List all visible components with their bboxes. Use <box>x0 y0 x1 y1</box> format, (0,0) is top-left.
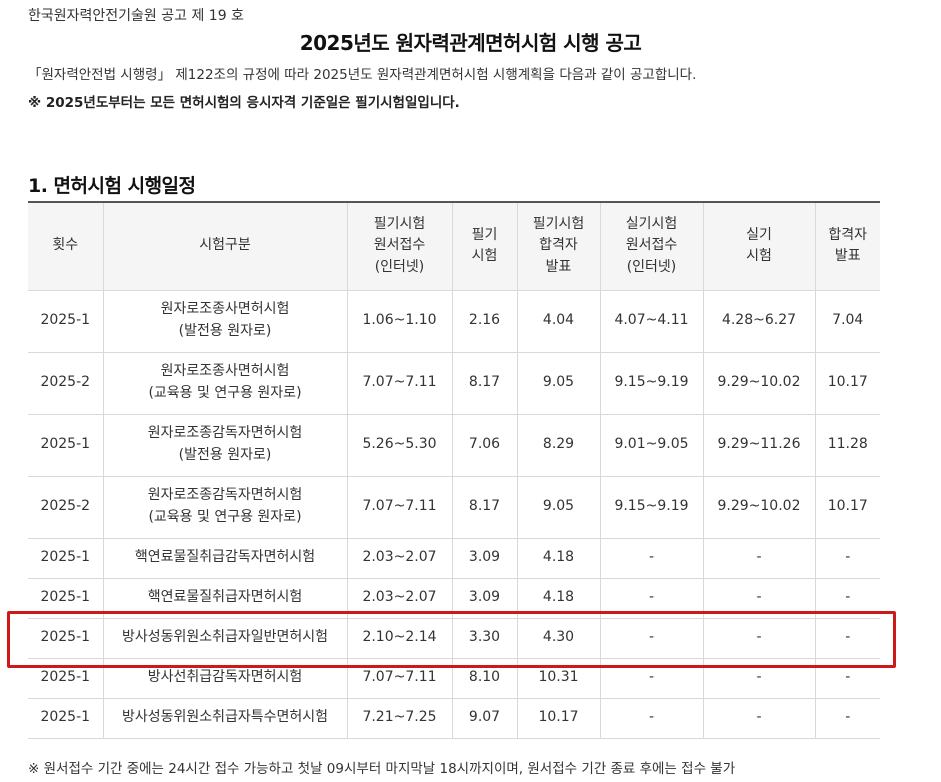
cell-round: 2025-1 <box>28 578 104 619</box>
cell-written-exam: 9.07 <box>452 698 518 739</box>
cell-written-application: 2.03~2.07 <box>347 538 453 579</box>
cell-practical-exam: - <box>703 618 816 659</box>
header-exam-type: 시험구분 <box>103 202 348 291</box>
table-row: 2025-1 핵연료물질취급감독자면허시험 2.03~2.07 3.09 4.18- - - <box>28 538 880 579</box>
header-round: 횟수 <box>28 202 104 291</box>
cell-exam-type: 원자로조종감독자면허시험 (발전용 원자로) <box>103 414 348 477</box>
cell-written-exam: 2.16 <box>452 290 518 353</box>
cell-written-application: 7.07~7.11 <box>347 352 453 415</box>
table-row: 2025-2 원자로조종사면허시험 (교육용 및 연구용 원자로) 7.07~7.1… <box>28 352 880 415</box>
cell-practical-exam: 9.29~11.26 <box>703 414 816 477</box>
table-row: 2025-1 핵연료물질취급자면허시험 2.03~2.07 3.09 4.18- - - <box>28 578 880 619</box>
cell-written-result: 9.05 <box>517 352 601 415</box>
cell-exam-type: 방사성동위원소취급자특수면허시험 <box>103 698 348 739</box>
table-row: 2025-1 방사성동위원소취급자특수면허시험 7.21~7.25 9.07 10.17… <box>28 698 880 739</box>
cell-practical-exam: 9.29~10.02 <box>703 476 816 539</box>
cell-practical-application: - <box>600 618 704 659</box>
header-practical-exam: 실기 시험 <box>703 202 816 291</box>
cell-final-result: - <box>815 538 880 579</box>
cell-final-result: - <box>815 578 880 619</box>
cell-round: 2025-1 <box>28 618 104 659</box>
intro-text: 「원자력안전법 시행령」 제122조의 규정에 따라 2025년도 원자력관계면… <box>28 67 697 83</box>
cell-written-exam: 3.09 <box>452 578 518 619</box>
cell-written-result: 10.17 <box>517 698 601 739</box>
section-title: 1. 면허시험 시행일정 <box>28 175 196 197</box>
cell-practical-exam: - <box>703 698 816 739</box>
cell-practical-application: 9.15~9.19 <box>600 476 704 539</box>
cell-round: 2025-1 <box>28 658 104 699</box>
cell-exam-type: 원자로조종사면허시험 (발전용 원자로) <box>103 290 348 353</box>
cell-exam-type: 원자로조종사면허시험 (교육용 및 연구용 원자로) <box>103 352 348 415</box>
cell-written-result: 4.30 <box>517 618 601 659</box>
table-row: 2025-1 원자로조종사면허시험 (발전용 원자로) 1.06~1.10 2.16 4… <box>28 290 880 353</box>
cell-exam-type: 방사선취급감독자면허시험 <box>103 658 348 699</box>
cell-practical-exam: - <box>703 578 816 619</box>
cell-final-result: - <box>815 658 880 699</box>
cell-final-result: 10.17 <box>815 352 880 415</box>
header-practical-application: 실기시험 원서접수 (인터넷) <box>600 202 704 291</box>
header-written-application: 필기시험 원서접수 (인터넷) <box>347 202 453 291</box>
cell-final-result: - <box>815 698 880 739</box>
cell-practical-application: - <box>600 538 704 579</box>
announcement-number: 한국원자력안전기술원 공고 제 19 호 <box>28 8 244 24</box>
cell-written-exam: 3.30 <box>452 618 518 659</box>
cell-round: 2025-1 <box>28 414 104 477</box>
header-written-result: 필기시험 합격자 발표 <box>517 202 601 291</box>
cell-written-result: 8.29 <box>517 414 601 477</box>
cell-written-application: 7.07~7.11 <box>347 658 453 699</box>
notice-text: ※ 2025년도부터는 모든 면허시험의 응시자격 기준일은 필기시험일입니다. <box>28 95 460 111</box>
cell-final-result: 7.04 <box>815 290 880 353</box>
cell-written-exam: 8.10 <box>452 658 518 699</box>
header-final-result: 합격자 발표 <box>815 202 880 291</box>
cell-exam-type: 원자로조종감독자면허시험 (교육용 및 연구용 원자로) <box>103 476 348 539</box>
cell-written-exam: 3.09 <box>452 538 518 579</box>
cell-round: 2025-2 <box>28 352 104 415</box>
table-body: 2025-1 원자로조종사면허시험 (발전용 원자로) 1.06~1.10 2.16 4… <box>28 290 880 739</box>
cell-written-application: 5.26~5.30 <box>347 414 453 477</box>
cell-exam-type: 핵연료물질취급자면허시험 <box>103 578 348 619</box>
cell-written-result: 10.31 <box>517 658 601 699</box>
cell-practical-application: 4.07~4.11 <box>600 290 704 353</box>
table-row: 2025-1 방사성동위원소취급자일반면허시험 2.10~2.14 3.30 4.30-… <box>28 618 880 659</box>
cell-written-result: 4.18 <box>517 538 601 579</box>
cell-written-result: 9.05 <box>517 476 601 539</box>
cell-final-result: - <box>815 618 880 659</box>
cell-written-application: 2.03~2.07 <box>347 578 453 619</box>
cell-round: 2025-1 <box>28 538 104 579</box>
footnote: ※ 원서접수 기간 중에는 24시간 접수 가능하고 첫날 09시부터 마지막날… <box>28 761 736 777</box>
cell-written-exam: 8.17 <box>452 352 518 415</box>
cell-practical-application: - <box>600 658 704 699</box>
cell-exam-type: 핵연료물질취급감독자면허시험 <box>103 538 348 579</box>
cell-practical-exam: 9.29~10.02 <box>703 352 816 415</box>
table-row: 2025-1 방사선취급감독자면허시험 7.07~7.11 8.10 10.31- - - <box>28 658 880 699</box>
cell-practical-exam: 4.28~6.27 <box>703 290 816 353</box>
cell-practical-exam: - <box>703 658 816 699</box>
exam-schedule-table: 횟수 시험구분 필기시험 원서접수 (인터넷) 필기 시험 필기시험 합격자 발표 실기시… <box>28 201 880 739</box>
cell-final-result: 10.17 <box>815 476 880 539</box>
cell-practical-exam: - <box>703 538 816 579</box>
cell-written-application: 7.21~7.25 <box>347 698 453 739</box>
cell-practical-application: 9.15~9.19 <box>600 352 704 415</box>
header-written-exam: 필기 시험 <box>452 202 518 291</box>
cell-final-result: 11.28 <box>815 414 880 477</box>
cell-round: 2025-1 <box>28 698 104 739</box>
cell-round: 2025-1 <box>28 290 104 353</box>
cell-practical-application: - <box>600 578 704 619</box>
cell-practical-application: 9.01~9.05 <box>600 414 704 477</box>
table-row: 2025-2 원자로조종감독자면허시험 (교육용 및 연구용 원자로) 7.07~7… <box>28 476 880 539</box>
cell-written-result: 4.18 <box>517 578 601 619</box>
cell-exam-type: 방사성동위원소취급자일반면허시험 <box>103 618 348 659</box>
cell-written-application: 1.06~1.10 <box>347 290 453 353</box>
cell-written-exam: 7.06 <box>452 414 518 477</box>
page-title: 2025년도 원자력관계면허시험 시행 공고 <box>299 31 642 55</box>
cell-written-result: 4.04 <box>517 290 601 353</box>
cell-written-exam: 8.17 <box>452 476 518 539</box>
cell-written-application: 2.10~2.14 <box>347 618 453 659</box>
table-header-row: 횟수 시험구분 필기시험 원서접수 (인터넷) 필기 시험 필기시험 합격자 발표 실기시… <box>28 202 880 291</box>
table-row: 2025-1 원자로조종감독자면허시험 (발전용 원자로) 5.26~5.30 7.0… <box>28 414 880 477</box>
cell-written-application: 7.07~7.11 <box>347 476 453 539</box>
cell-practical-application: - <box>600 698 704 739</box>
cell-round: 2025-2 <box>28 476 104 539</box>
